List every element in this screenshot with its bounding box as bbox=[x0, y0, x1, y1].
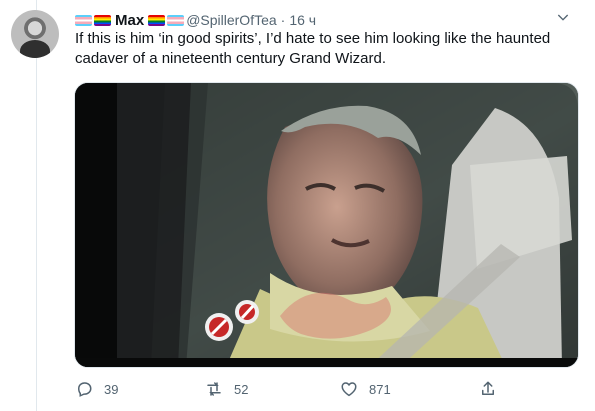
car-window-photo bbox=[75, 83, 578, 367]
rainbow-flag-icon bbox=[148, 14, 166, 26]
share-button[interactable] bbox=[479, 374, 508, 404]
trans-flag-icon bbox=[75, 14, 92, 26]
reply-button[interactable]: 39 bbox=[75, 374, 118, 404]
share-icon bbox=[482, 381, 494, 395]
avatar[interactable] bbox=[11, 10, 59, 58]
like-count: 871 bbox=[369, 381, 391, 397]
tweet-actions: 39 52 871 bbox=[72, 374, 572, 404]
time-separator: · bbox=[280, 12, 286, 28]
tweet-header: Max @SpillerOfTea · 16 ч bbox=[75, 9, 575, 31]
thread-line bbox=[36, 0, 37, 411]
retweet-count: 52 bbox=[234, 381, 249, 397]
tweet-photo[interactable] bbox=[74, 82, 579, 368]
author-name[interactable]: Max bbox=[115, 12, 144, 29]
reply-icon bbox=[77, 382, 92, 397]
rainbow-flag-icon bbox=[94, 14, 111, 26]
tweet-text: If this is him ‘in good spirits’, I’d ha… bbox=[75, 30, 551, 67]
retweet-icon bbox=[207, 382, 221, 396]
author-handle[interactable]: @SpillerOfTea bbox=[186, 12, 276, 28]
chevron-down-icon[interactable] bbox=[555, 9, 571, 25]
reply-count: 39 bbox=[104, 381, 119, 397]
trans-flag-icon bbox=[167, 14, 185, 26]
heart-icon bbox=[341, 382, 357, 397]
retweet-button[interactable]: 52 bbox=[205, 374, 248, 404]
tweet-time[interactable]: 16 ч bbox=[289, 12, 316, 28]
like-button[interactable]: 871 bbox=[340, 374, 391, 404]
